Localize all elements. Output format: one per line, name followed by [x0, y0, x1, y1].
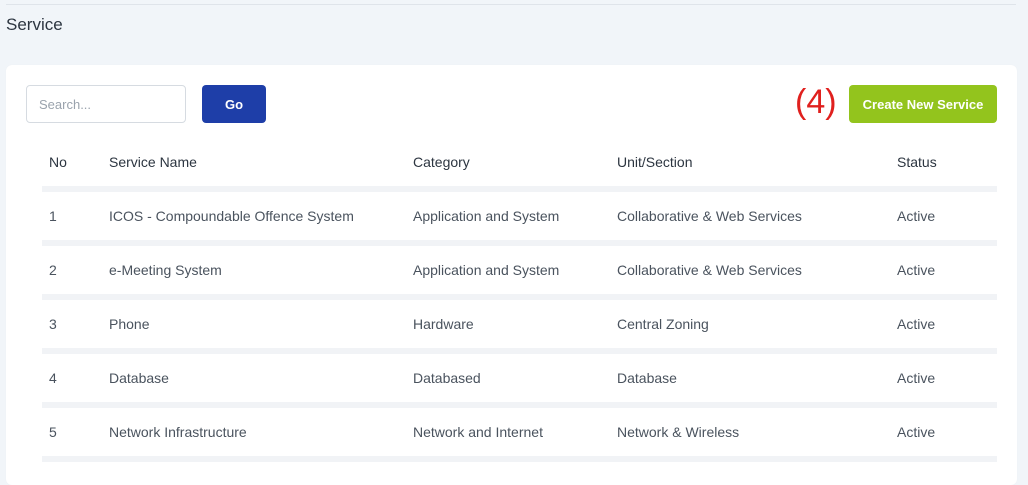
cell-category: Network and Internet: [413, 424, 543, 440]
status-badge: Active: [897, 370, 936, 386]
service-table: No Service Name Category Unit/Section St…: [42, 135, 997, 462]
status-badge: Active: [897, 208, 936, 224]
cell-unit-section: Central Zoning: [617, 316, 709, 332]
step-annotation: (4): [795, 83, 837, 121]
cell-category: Hardware: [413, 316, 474, 332]
cell-unit-section: Network & Wireless: [617, 424, 740, 440]
cell-no: 4: [49, 370, 57, 386]
status-badge: Active: [897, 424, 936, 440]
table-row[interactable]: 2 e-Meeting System Application and Syste…: [42, 243, 997, 297]
status-badge: Active: [897, 316, 936, 332]
go-button[interactable]: Go: [202, 85, 266, 123]
service-card: Go (4) Create New Service No Service Nam…: [6, 65, 1017, 485]
header-category[interactable]: Category: [413, 154, 617, 170]
row-separator: [42, 456, 997, 462]
cell-no: 1: [49, 208, 57, 224]
cell-unit-section: Collaborative & Web Services: [617, 262, 802, 278]
table-header-row: No Service Name Category Unit/Section St…: [42, 135, 997, 189]
top-divider: [6, 4, 1016, 5]
cell-category: Application and System: [413, 262, 560, 278]
status-badge: Active: [897, 262, 936, 278]
cell-service-name: Network Infrastructure: [109, 424, 247, 440]
cell-unit-section: Database: [617, 370, 677, 386]
cell-unit-section: Collaborative & Web Services: [617, 208, 802, 224]
table-row[interactable]: 4 Database Databased Database Active: [42, 351, 997, 405]
table-row[interactable]: 3 Phone Hardware Central Zoning Active: [42, 297, 997, 351]
header-no[interactable]: No: [42, 154, 109, 170]
cell-no: 5: [49, 424, 57, 440]
header-status[interactable]: Status: [897, 154, 997, 170]
header-unit-section[interactable]: Unit/Section: [617, 154, 897, 170]
cell-service-name: Phone: [109, 316, 150, 332]
header-service-name[interactable]: Service Name: [109, 154, 413, 170]
cell-category: Application and System: [413, 208, 560, 224]
cell-category: Databased: [413, 370, 481, 386]
create-new-service-button[interactable]: Create New Service: [849, 85, 997, 123]
cell-service-name: Database: [109, 370, 169, 386]
cell-no: 2: [49, 262, 57, 278]
table-row[interactable]: 5 Network Infrastructure Network and Int…: [42, 405, 997, 459]
cell-service-name: ICOS - Compoundable Offence System: [109, 208, 354, 224]
cell-no: 3: [49, 316, 57, 332]
table-row[interactable]: 1 ICOS - Compoundable Offence System App…: [42, 189, 997, 243]
page-title: Service: [6, 15, 63, 34]
search-input[interactable]: [26, 85, 186, 123]
cell-service-name: e-Meeting System: [109, 262, 222, 278]
